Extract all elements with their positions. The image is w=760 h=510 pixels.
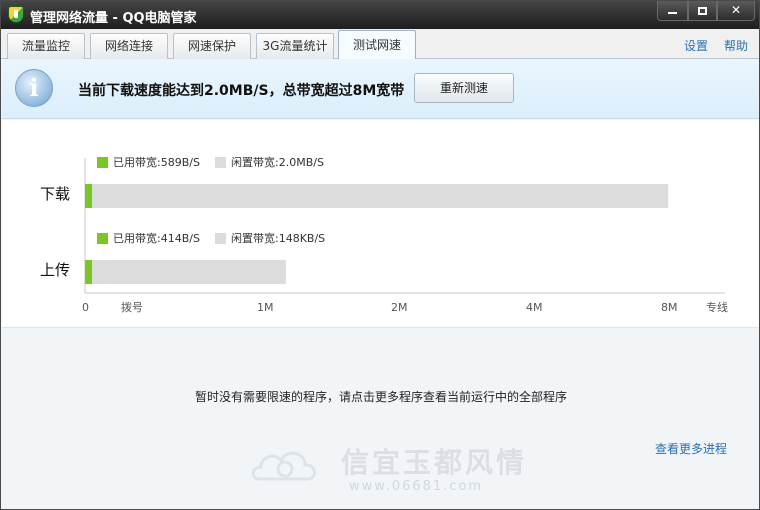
tab-traffic-monitor[interactable]: 流量监控	[7, 33, 85, 59]
window-title: 管理网络流量 - QQ电脑管家	[30, 11, 197, 26]
tab-network-connections[interactable]: 网络连接	[90, 33, 168, 59]
bar-idle-download	[85, 184, 669, 208]
legend-used-swatch-1	[97, 233, 108, 244]
watermark-text: 信宜玉都风情	[341, 446, 528, 479]
watermark-logo	[251, 451, 316, 481]
help-link[interactable]: 帮助	[724, 37, 748, 54]
bar-label-upload: 上传	[40, 261, 70, 279]
legend-idle-label-1: 闲置带宽:148KB/S	[231, 231, 325, 245]
watermark-url: www.06681.com	[349, 479, 484, 494]
result-banner: i 当前下载速度能达到2.0MB/S，总带宽超过8M宽带 重新测速	[2, 59, 759, 119]
retest-button[interactable]: 重新测速	[414, 73, 514, 103]
app-window: 管理网络流量 - QQ电脑管家 ✕ 流量监控 网络连接 网速保护 3G流量统计 …	[0, 0, 760, 510]
title-bar[interactable]: 管理网络流量 - QQ电脑管家 ✕	[1, 1, 759, 29]
x-tick-label-0: 0	[82, 301, 89, 314]
x-tick-label-1: 拨号	[121, 300, 143, 314]
maximize-button[interactable]	[688, 1, 717, 21]
no-limit-notice: 暂时没有需要限速的程序，请点击更多程序查看当前运行中的全部程序	[194, 390, 567, 404]
x-tick-label-4: 4M	[526, 301, 543, 314]
bandwidth-chart: 下载 已用带宽:589B/S 闲置带宽:2.0MB/S 上传 已用带宽:414B/S 闲置…	[2, 120, 759, 328]
legend-idle-swatch-0	[215, 157, 226, 168]
close-icon: ✕	[730, 3, 742, 17]
maximize-icon	[698, 6, 707, 15]
watermark: 信宜玉都风情 www.06681.com	[245, 433, 525, 497]
bar-used-download	[85, 184, 92, 208]
x-tick-label-2: 1M	[257, 301, 274, 314]
bar-idle-upload	[85, 260, 286, 284]
info-icon: i	[15, 69, 53, 107]
minimize-icon	[668, 11, 677, 14]
tab-3g-stats[interactable]: 3G流量统计	[256, 33, 334, 59]
bar-label-download: 下载	[40, 185, 70, 203]
bar-used-upload	[85, 260, 92, 284]
speed-result-text: 当前下载速度能达到2.0MB/S，总带宽超过8M宽带	[78, 83, 405, 99]
settings-link[interactable]: 设置	[684, 37, 708, 54]
bandwidth-chart-svg: 下载 已用带宽:589B/S 闲置带宽:2.0MB/S 上传 已用带宽:414B/S 闲置…	[40, 155, 728, 314]
view-more-processes-link[interactable]: 查看更多进程	[655, 440, 727, 457]
tab-speed-test[interactable]: 测试网速	[338, 30, 416, 60]
x-tick-label-6: 专线	[706, 300, 728, 314]
legend-used-label-1: 已用带宽:414B/S	[113, 231, 200, 245]
legend-used-swatch-0	[97, 157, 108, 168]
x-tick-label-3: 2M	[391, 301, 408, 314]
tab-bar: 流量监控 网络连接 网速保护 3G流量统计 测试网速 设置 帮助	[1, 29, 759, 60]
close-button[interactable]: ✕	[717, 1, 755, 21]
legend-idle-label-0: 闲置带宽:2.0MB/S	[231, 155, 324, 169]
x-tick-label-5: 8M	[661, 301, 678, 314]
tab-speed-protection[interactable]: 网速保护	[173, 33, 251, 59]
legend-idle-swatch-1	[215, 233, 226, 244]
minimize-button[interactable]	[657, 1, 688, 21]
qq-guard-shield-icon	[8, 6, 24, 23]
legend-used-label-0: 已用带宽:589B/S	[113, 155, 200, 169]
